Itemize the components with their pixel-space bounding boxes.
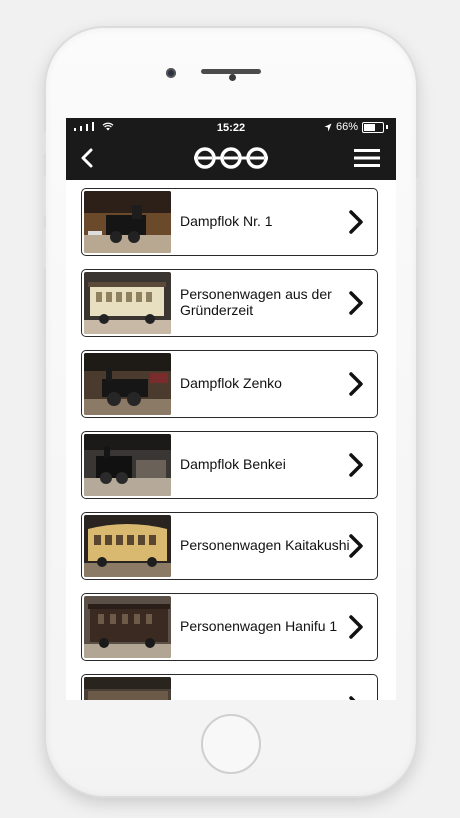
chevron-right-icon: [349, 453, 363, 477]
vehicle-list: Dampflok Nr. 1 Personenwagen aus der Grü…: [66, 180, 396, 700]
proximity-sensor: [229, 74, 236, 81]
chevron-right-icon: [349, 210, 363, 234]
list-item[interactable]: Dampflok Zenko: [81, 350, 378, 418]
list-item-label: Elektrotriebwagen Nade: [180, 675, 350, 700]
passenger-car-thumbnail: [84, 272, 171, 334]
list-item-label: Dampflok Benkei: [180, 456, 286, 472]
battery-icon: [362, 121, 384, 133]
status-right: 66%: [324, 121, 388, 133]
hamburger-menu-icon[interactable]: [354, 148, 380, 168]
locomotive-thumbnail: [84, 191, 171, 253]
railcar-thumbnail: [84, 677, 171, 700]
list-item[interactable]: Elektrotriebwagen Nade: [81, 674, 378, 700]
chevron-left-icon[interactable]: [76, 146, 100, 170]
chevron-right-icon: [349, 615, 363, 639]
chevron-right-icon: [349, 291, 363, 315]
list-item[interactable]: Personenwagen aus der Gründerzeit: [81, 269, 378, 337]
locomotive-thumbnail: [84, 434, 171, 496]
chevron-right-icon: [349, 534, 363, 558]
chevron-right-icon: [349, 696, 356, 700]
battery-percent: 66%: [335, 121, 358, 133]
list-item-label: Dampflok Zenko: [180, 375, 282, 391]
screen: 15:22 66% Dampflok Nr. 1 Personenwagen a…: [66, 118, 396, 700]
power-button: [416, 178, 419, 228]
list-item[interactable]: Dampflok Benkei: [81, 431, 378, 499]
passenger-car-thumbnail: [84, 596, 171, 658]
passenger-car-thumbnail: [84, 515, 171, 577]
list-item-label: Personenwagen aus der Gründerzeit: [180, 286, 332, 318]
locomotive-thumbnail: [84, 353, 171, 415]
logo-icon[interactable]: [188, 144, 274, 172]
list-item[interactable]: Dampflok Nr. 1: [81, 188, 378, 256]
list-item-label: Personenwagen Hanifu 1: [180, 618, 338, 634]
chevron-right-icon: [349, 372, 363, 396]
front-camera: [166, 68, 176, 78]
location-arrow-icon: [324, 123, 332, 131]
mute-switch: [43, 132, 46, 154]
volume-up-button: [43, 176, 46, 216]
list-item[interactable]: Personenwagen Kaitakushi: [81, 512, 378, 580]
list-item[interactable]: Personenwagen Hanifu 1: [81, 593, 378, 661]
volume-down-button: [43, 228, 46, 268]
nav-bar: [66, 138, 396, 180]
home-button[interactable]: [201, 714, 261, 774]
list-item-label: Personenwagen Kaitakushi: [180, 537, 350, 553]
status-bar: 15:22 66%: [66, 118, 396, 138]
earpiece-speaker: [201, 69, 261, 74]
list-item-label: Dampflok Nr. 1: [180, 213, 273, 229]
